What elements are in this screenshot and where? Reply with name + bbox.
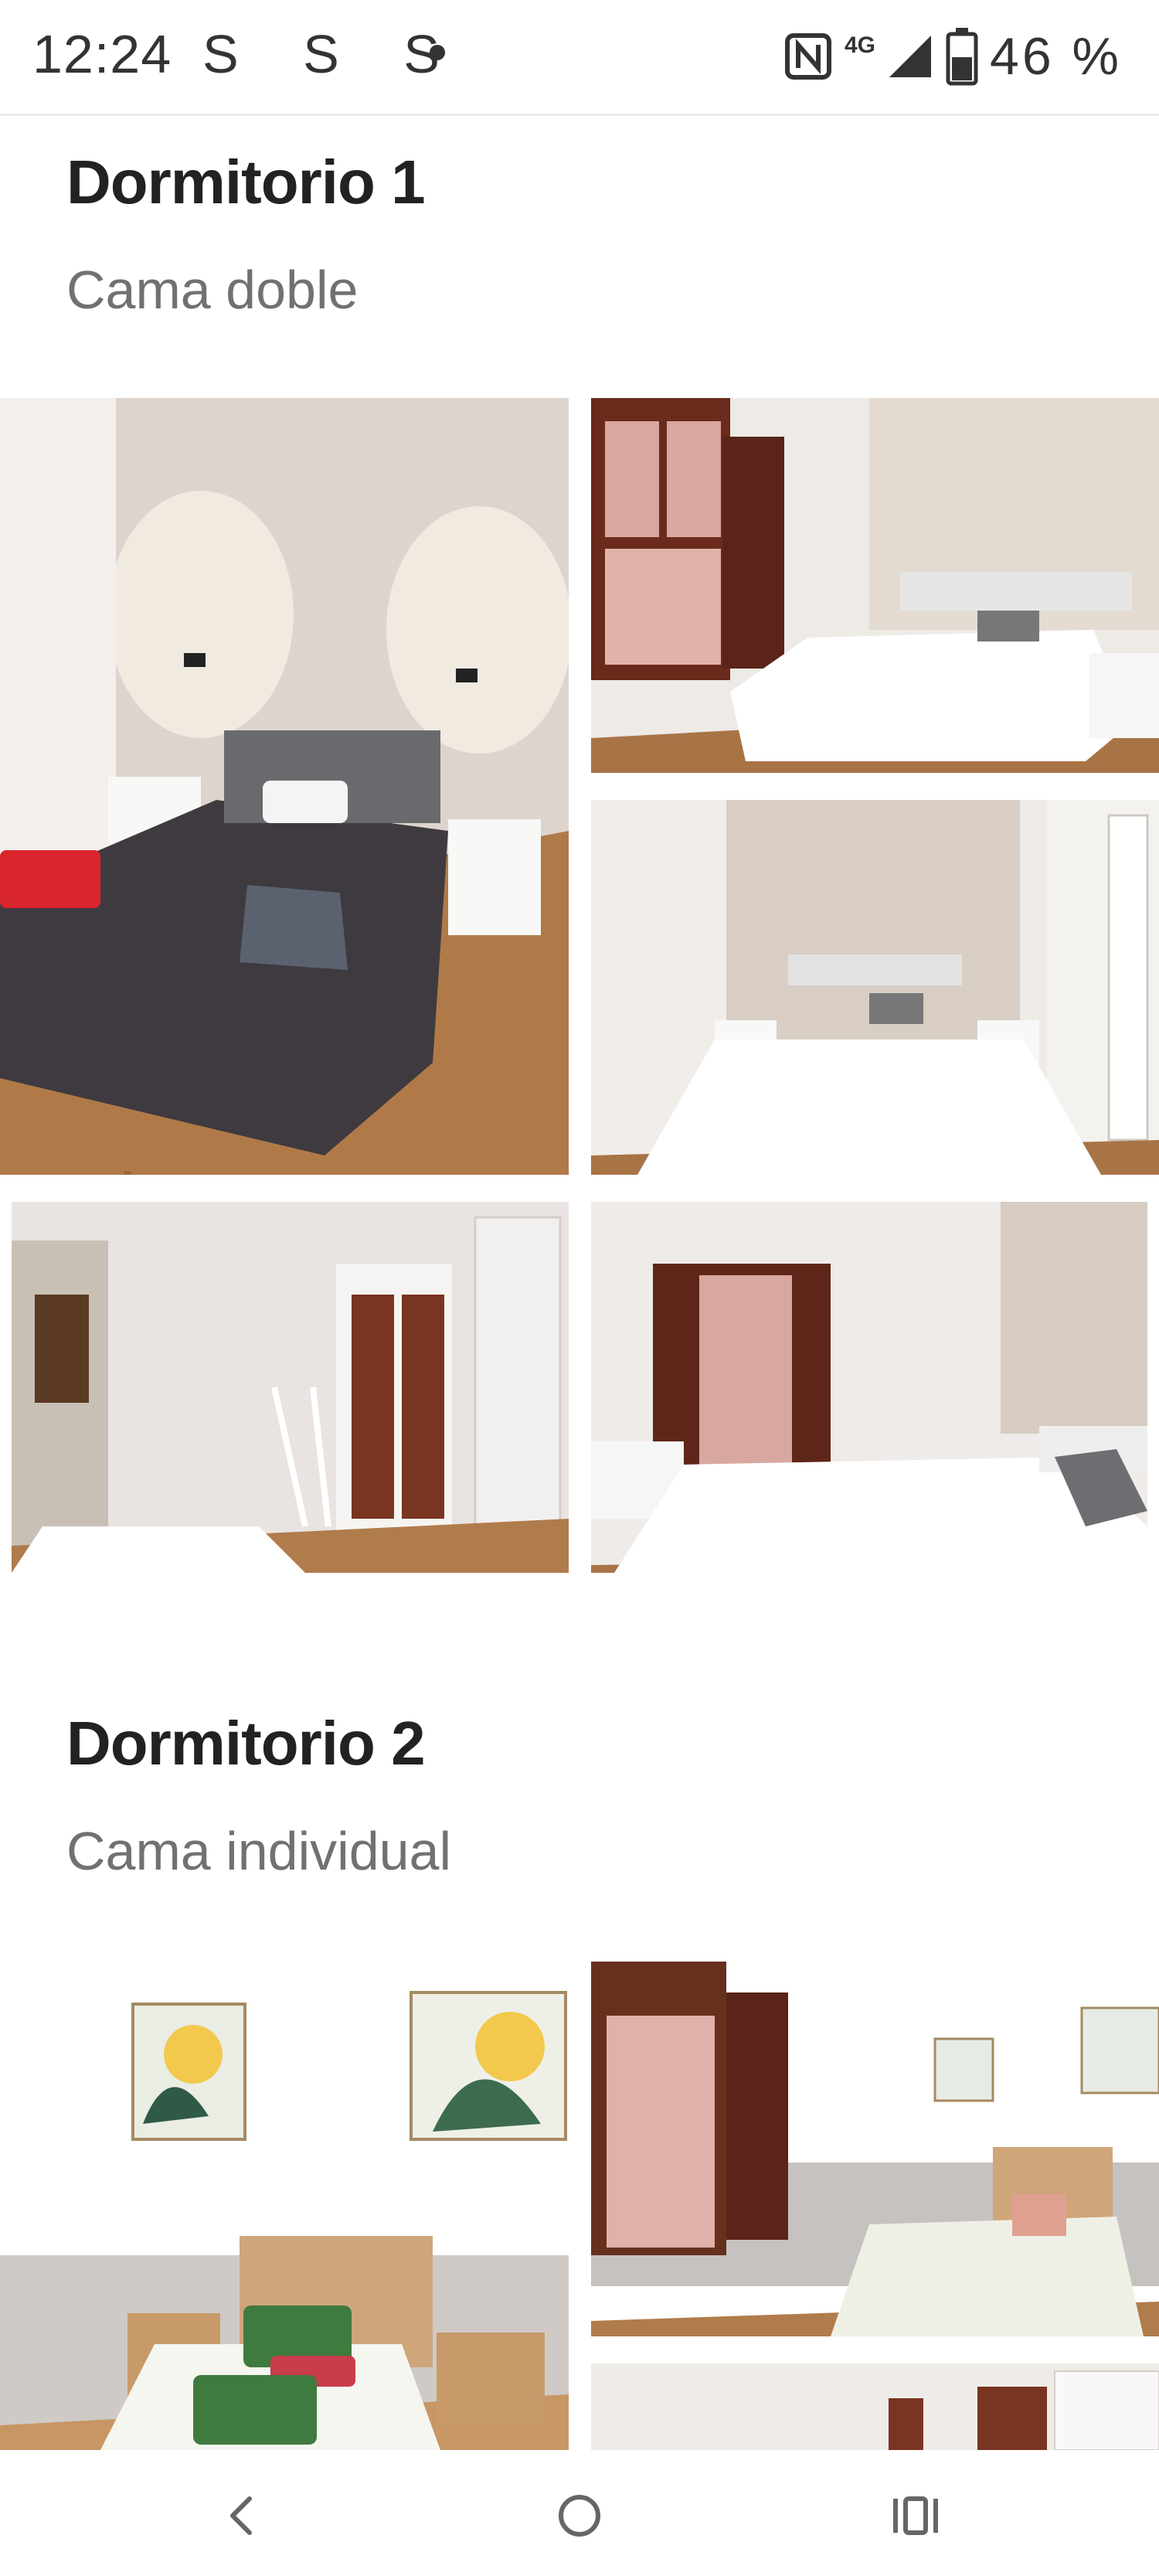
nfc-icon bbox=[784, 33, 831, 80]
room-2-title: Dormitorio 2 bbox=[66, 1709, 426, 1778]
room-1-title: Dormitorio 1 bbox=[66, 148, 426, 216]
home-button[interactable] bbox=[545, 2481, 614, 2550]
back-button[interactable] bbox=[209, 2481, 278, 2550]
recents-bars-icon bbox=[893, 2496, 938, 2535]
status-bar: 12:24 S S S 4G 46 % bbox=[0, 0, 1159, 116]
sim-indicators: S S S bbox=[202, 24, 464, 84]
status-icons: 4G 46 % bbox=[783, 22, 1122, 91]
room-1-photo-5[interactable] bbox=[591, 1202, 1147, 1573]
network-type-label: 4G bbox=[844, 32, 875, 58]
room-2-photo-1[interactable] bbox=[0, 1962, 569, 2450]
room-1-bed-type: Cama doble bbox=[66, 260, 359, 320]
room-1-photo-4[interactable] bbox=[12, 1202, 569, 1573]
battery-icon bbox=[946, 28, 978, 86]
clock: 12:24 bbox=[32, 24, 172, 84]
system-navigation-bar bbox=[0, 2450, 1159, 2576]
circle-home-icon bbox=[559, 2495, 600, 2537]
room-1-photo-3[interactable] bbox=[591, 800, 1159, 1175]
chevron-left-icon bbox=[230, 2496, 252, 2535]
recents-button[interactable] bbox=[881, 2481, 950, 2550]
room-1-photo-2[interactable] bbox=[591, 398, 1159, 773]
notification-dot-icon bbox=[430, 45, 445, 60]
room-2-bed-type: Cama individual bbox=[66, 1821, 452, 1881]
room-2-photo-3[interactable] bbox=[591, 2363, 1159, 2450]
signal-icon bbox=[889, 36, 931, 77]
room-1-photo-1[interactable] bbox=[0, 398, 569, 1175]
room-2-photo-2[interactable] bbox=[591, 1962, 1159, 2336]
battery-percent: 46 % bbox=[990, 27, 1122, 86]
